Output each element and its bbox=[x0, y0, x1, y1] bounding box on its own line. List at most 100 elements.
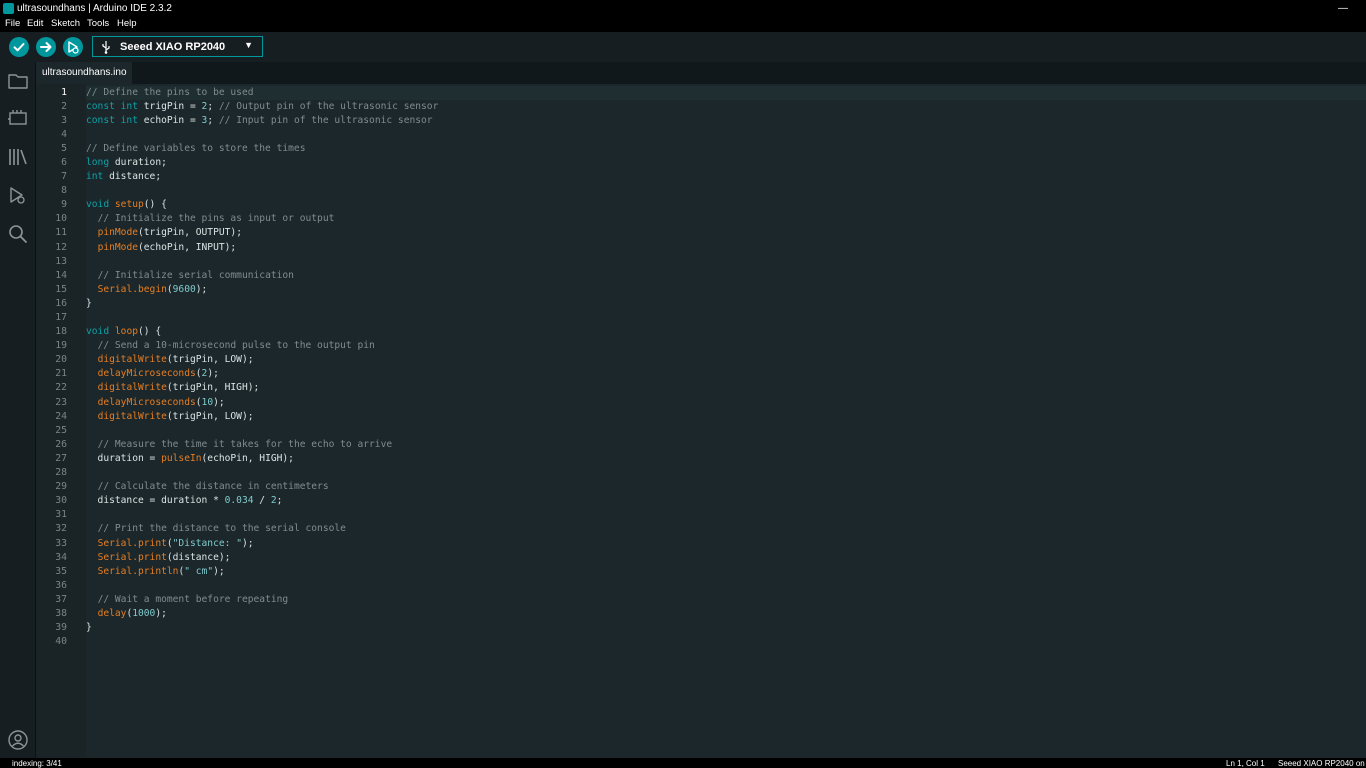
board-name: Seeed XIAO RP2040 bbox=[120, 41, 226, 53]
menu-tools[interactable]: Tools bbox=[87, 18, 109, 29]
code-token: distance; bbox=[109, 171, 162, 183]
line-number: 19 bbox=[55, 340, 67, 352]
menu-sketch[interactable]: Sketch bbox=[51, 18, 80, 29]
line-number: 18 bbox=[55, 326, 67, 338]
verify-button[interactable] bbox=[9, 37, 29, 57]
line-number: 4 bbox=[61, 128, 67, 140]
code-token: // Print the distance to the serial cons… bbox=[97, 523, 346, 535]
line-number: 9 bbox=[61, 199, 67, 211]
code-token: () { bbox=[138, 326, 162, 338]
line-number: 25 bbox=[55, 424, 67, 436]
code-token: 1000 bbox=[132, 607, 156, 619]
code-token: // Output pin of the ultrasonic sensor bbox=[218, 100, 439, 112]
line-number: 31 bbox=[55, 509, 67, 521]
profile-icon[interactable] bbox=[7, 729, 29, 751]
code-token: (trigPin, LOW); bbox=[166, 410, 254, 422]
sidebar bbox=[0, 62, 36, 758]
code-token: ); bbox=[207, 368, 219, 380]
window-title: ultrasoundhans | Arduino IDE 2.3.2 bbox=[17, 3, 172, 14]
menu-edit[interactable]: Edit bbox=[27, 18, 43, 29]
code-area[interactable]: // Define the pins to be used const int t… bbox=[86, 84, 1366, 758]
code-token: pulseIn bbox=[161, 452, 202, 464]
code-token: echoPin = bbox=[143, 114, 202, 126]
line-number: 6 bbox=[61, 156, 67, 168]
checkmark-icon bbox=[13, 43, 25, 52]
cursor-position[interactable]: Ln 1, Col 1 bbox=[1226, 759, 1265, 768]
code-token: (trigPin, LOW); bbox=[166, 354, 254, 366]
code-line: long duration; bbox=[86, 156, 1366, 170]
code-token: ; bbox=[276, 495, 283, 507]
code-token: // Calculate the distance in centimeters bbox=[97, 481, 329, 493]
minimize-button[interactable]: — bbox=[1328, 0, 1358, 17]
code-token: ); bbox=[213, 396, 225, 408]
code-line: // Define the pins to be used bbox=[86, 85, 1366, 100]
code-line: // Measure the time it takes for the ech… bbox=[86, 438, 1366, 452]
code-token: " cm" bbox=[184, 565, 214, 577]
status-bar: indexing: 3/41 Ln 1, Col 1 Seeed XIAO RP… bbox=[0, 758, 1366, 768]
debug-icon bbox=[68, 41, 79, 54]
code-line: // Print the distance to the serial cons… bbox=[86, 522, 1366, 536]
line-number: 17 bbox=[55, 312, 67, 323]
line-number: 14 bbox=[55, 269, 67, 281]
code-token: // Define the pins to be used bbox=[86, 86, 254, 98]
code-line: // Calculate the distance in centimeters bbox=[86, 480, 1366, 494]
code-token: distance = duration * bbox=[86, 495, 225, 507]
upload-button[interactable] bbox=[36, 37, 56, 57]
code-token: pinMode bbox=[97, 227, 138, 239]
line-number: 16 bbox=[55, 297, 67, 309]
code-token: (echoPin, INPUT); bbox=[138, 241, 237, 253]
sketchbook-icon[interactable] bbox=[7, 70, 29, 92]
boards-manager-icon[interactable] bbox=[7, 107, 29, 129]
line-number: 7 bbox=[61, 171, 67, 183]
code-line: digitalWrite(trigPin, LOW); bbox=[86, 353, 1366, 367]
code-line: int distance; bbox=[86, 170, 1366, 184]
line-number: 23 bbox=[55, 396, 67, 408]
code-token: long bbox=[86, 156, 115, 168]
tab-ultrasoundhans-ino[interactable]: ultrasoundhans.ino bbox=[36, 62, 132, 84]
code-token: const int bbox=[86, 100, 144, 112]
line-number: 37 bbox=[55, 593, 67, 605]
menu-help[interactable]: Help bbox=[117, 18, 137, 29]
debugger-button[interactable] bbox=[63, 37, 83, 57]
line-number: 10 bbox=[55, 213, 67, 225]
code-line: } bbox=[86, 297, 1366, 311]
debug-icon[interactable] bbox=[7, 184, 29, 206]
code-token: digitalWrite bbox=[97, 354, 167, 366]
library-manager-icon[interactable] bbox=[7, 146, 29, 168]
code-line: } bbox=[86, 621, 1366, 635]
search-icon[interactable] bbox=[7, 223, 29, 245]
line-number: 2 bbox=[61, 100, 67, 112]
line-number: 5 bbox=[61, 142, 67, 154]
line-number: 38 bbox=[55, 607, 67, 619]
code-token: } bbox=[86, 622, 92, 634]
line-number: 8 bbox=[61, 185, 67, 197]
code-line: pinMode(echoPin, INPUT); bbox=[86, 241, 1366, 255]
code-line: pinMode(trigPin, OUTPUT); bbox=[86, 226, 1366, 240]
menu-file[interactable]: File bbox=[5, 18, 20, 29]
code-token: ); bbox=[213, 565, 225, 577]
line-number: 35 bbox=[55, 565, 67, 577]
code-editor[interactable]: 1 2 3 4 5 6 7 8 9 10 11 12 13 14 15 16 17 18 19 20 21 22 23 24 2… bbox=[36, 84, 1366, 758]
line-number: 36 bbox=[55, 579, 67, 591]
code-token: duration; bbox=[114, 156, 167, 168]
code-token: (distance); bbox=[166, 551, 231, 563]
code-token: // Input pin of the ultrasonic sensor bbox=[218, 114, 433, 126]
code-line: const int trigPin = 2; // Output pin of … bbox=[86, 100, 1366, 114]
status-board[interactable]: Seeed XIAO RP2040 on bbox=[1278, 759, 1365, 768]
code-token: ); bbox=[195, 283, 208, 295]
board-selector[interactable]: Seeed XIAO RP2040 ▼ bbox=[92, 36, 263, 57]
code-token: // Define variables to store the times bbox=[86, 142, 306, 154]
code-line: // Send a 10-microsecond pulse to the ou… bbox=[86, 339, 1366, 353]
